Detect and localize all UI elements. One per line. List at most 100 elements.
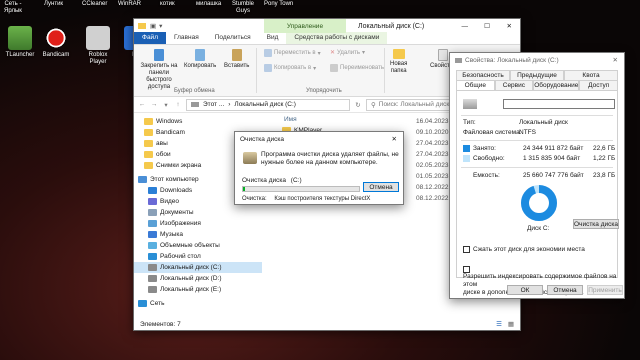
disk-cleanup-titlebar: Очистка диска ✕	[235, 132, 403, 146]
tiles-view-icon[interactable]: ▦	[508, 320, 514, 328]
folder-icon	[144, 162, 153, 169]
properties-tabs-row1: БезопасностьПредыдущие версииКвота	[456, 70, 618, 89]
cancel-button[interactable]: Отмена	[547, 285, 583, 295]
tab-file[interactable]: Файл	[134, 32, 166, 44]
save-icon[interactable]: ▣	[150, 22, 156, 30]
tab-view[interactable]: Вид	[259, 32, 287, 44]
nav-item[interactable]: Локальный диск (C:)	[134, 262, 262, 273]
forward-icon[interactable]: →	[150, 101, 158, 108]
address-bar[interactable]: Этот ... › Локальный диск (C:)	[186, 98, 350, 111]
network-icon	[138, 300, 147, 307]
details-view-icon[interactable]: ☰	[496, 320, 502, 328]
desktop-shortcut-label[interactable]: Pony Town	[264, 1, 293, 8]
desktop-icon-bandicam[interactable]: Bandicam	[36, 26, 76, 59]
nav-item[interactable]: Локальный диск (E:)	[134, 284, 262, 295]
pin-icon[interactable]: ▾	[159, 22, 162, 30]
tab-home[interactable]: Главная	[166, 32, 207, 44]
folder-icon	[144, 118, 153, 125]
free-swatch	[463, 155, 470, 162]
nav-item[interactable]: Сеть	[134, 298, 262, 309]
nav-item[interactable]: Локальный диск (D:)	[134, 273, 262, 284]
desktop-shortcut-label[interactable]: Сеть - Ярлык	[4, 1, 22, 15]
capacity-row: Емкость: 25 660 747 776 байт 23,8 ГБ	[473, 172, 616, 179]
close-icon[interactable]: ✕	[613, 56, 618, 64]
tab-tabs_row2-1[interactable]: Сервис	[494, 80, 534, 90]
copy-to-button[interactable]: Копировать в ▾	[264, 64, 316, 72]
nav-item[interactable]: Музыка	[134, 229, 262, 240]
bandicam-icon	[44, 26, 68, 50]
copy-to-icon	[264, 64, 272, 72]
nav-item[interactable]: Изображения	[134, 218, 262, 229]
ok-button[interactable]: ОК	[507, 285, 543, 295]
tab-tabs_row2-3[interactable]: Доступ	[579, 80, 618, 90]
copy-button[interactable]: Копировать	[184, 49, 216, 69]
docs-icon	[148, 209, 157, 216]
desktop-shortcut-label[interactable]: WinRAR	[118, 1, 141, 8]
filesystem-row: Файловая система: NTFS	[463, 129, 536, 136]
desktop-shortcut-label[interactable]: CCleaner	[82, 1, 107, 8]
back-icon[interactable]: ←	[138, 101, 146, 108]
column-name[interactable]: Имя	[284, 116, 297, 123]
close-icon[interactable]: ✕	[392, 135, 397, 143]
desktop-icon-tlauncher[interactable]: TLauncher	[0, 26, 40, 59]
divider	[461, 140, 613, 141]
rename-button[interactable]: Переименовать	[330, 64, 384, 72]
move-to-button[interactable]: Переместить в ▾	[264, 49, 321, 57]
used-swatch	[463, 145, 470, 152]
disk-cleanup-button[interactable]: Очистка диска	[573, 219, 619, 229]
nav-item[interactable]: Объемные объекты	[134, 240, 262, 251]
folder-icon	[144, 129, 153, 136]
images-icon	[148, 220, 157, 227]
usage-donut-chart	[521, 185, 557, 221]
delete-button[interactable]: ✕ Удалить ▾	[330, 49, 365, 57]
copy-icon	[195, 49, 206, 61]
up-icon[interactable]: ↑	[174, 101, 182, 108]
recent-icon[interactable]: ▾	[162, 101, 170, 109]
context-tab-manage[interactable]: Управление	[264, 19, 346, 33]
apply-button[interactable]: Применить	[587, 285, 623, 295]
tab-tabs_row2-2[interactable]: Оборудование	[533, 80, 580, 90]
breadcrumb-this-pc[interactable]: Этот ...	[203, 101, 224, 108]
checkbox-icon	[463, 266, 470, 273]
compress-checkbox[interactable]: Сжать этот диск для экономии места	[463, 246, 585, 253]
desktop-icon-roblox-player[interactable]: Roblox Player	[78, 26, 118, 66]
move-icon	[264, 49, 272, 57]
desktop-shortcut-label[interactable]: Лунтик	[44, 1, 63, 8]
minimize-icon[interactable]: —	[462, 23, 469, 30]
cancel-button[interactable]: Отмена	[363, 182, 399, 192]
folder-icon	[144, 151, 153, 158]
tab-drive-tools[interactable]: Средства работы с дисками	[286, 32, 388, 44]
donut-used-ring	[521, 185, 557, 221]
close-icon[interactable]: ✕	[507, 22, 512, 30]
paste-button[interactable]: Вставить	[224, 49, 249, 69]
desktop-shortcut-label[interactable]: котик	[160, 1, 175, 8]
maximize-icon[interactable]: ☐	[484, 22, 490, 30]
search-icon: ⚲	[371, 101, 376, 109]
tab-share[interactable]: Поделиться	[207, 32, 259, 44]
breadcrumb-drive[interactable]: Локальный диск (C:)	[234, 101, 296, 108]
tab-tabs_row1-2[interactable]: Квота	[564, 70, 618, 80]
explorer-titlebar: ▣ ▾ Управление Локальный диск (C:) — ☐ ✕	[134, 19, 520, 33]
desktop-shortcut-label[interactable]: милашка	[196, 1, 221, 8]
tab-tabs_row1-0[interactable]: Безопасность	[456, 70, 510, 80]
used-row: Занято: 24 344 911 872 байт 22,6 ГБ	[463, 145, 615, 152]
new-folder-button[interactable]: Новая папка	[390, 49, 407, 75]
cleanup-status-line: Очистка: Кэш построителя текстуры Direct…	[242, 196, 371, 202]
drive-name-input[interactable]	[503, 99, 615, 109]
free-row: Свободно: 1 315 835 904 байт 1,22 ГБ	[463, 155, 615, 162]
pc-icon	[138, 176, 147, 183]
refresh-icon[interactable]: ↻	[354, 101, 362, 109]
tab-tabs_row2-0[interactable]: Общие	[456, 80, 495, 90]
desktop-shortcut-label[interactable]: Stumble Guys	[232, 1, 254, 15]
folder-icon	[144, 140, 153, 147]
nav-item[interactable]: Документы	[134, 207, 262, 218]
tab-tabs_row1-1[interactable]: Предыдущие версии	[510, 70, 564, 89]
window-title: Локальный диск (C:)	[358, 22, 425, 30]
nav-item[interactable]: Рабочий стол	[134, 251, 262, 262]
new-folder-icon	[392, 49, 405, 59]
group-clipboard-label: Буфер обмена	[174, 88, 215, 94]
pin-quick-access-button[interactable]: Закрепить на панели быстрого доступа	[136, 49, 182, 91]
drive-icon	[191, 102, 199, 107]
nav-item[interactable]: Windows	[134, 116, 262, 127]
paste-icon	[231, 49, 242, 61]
